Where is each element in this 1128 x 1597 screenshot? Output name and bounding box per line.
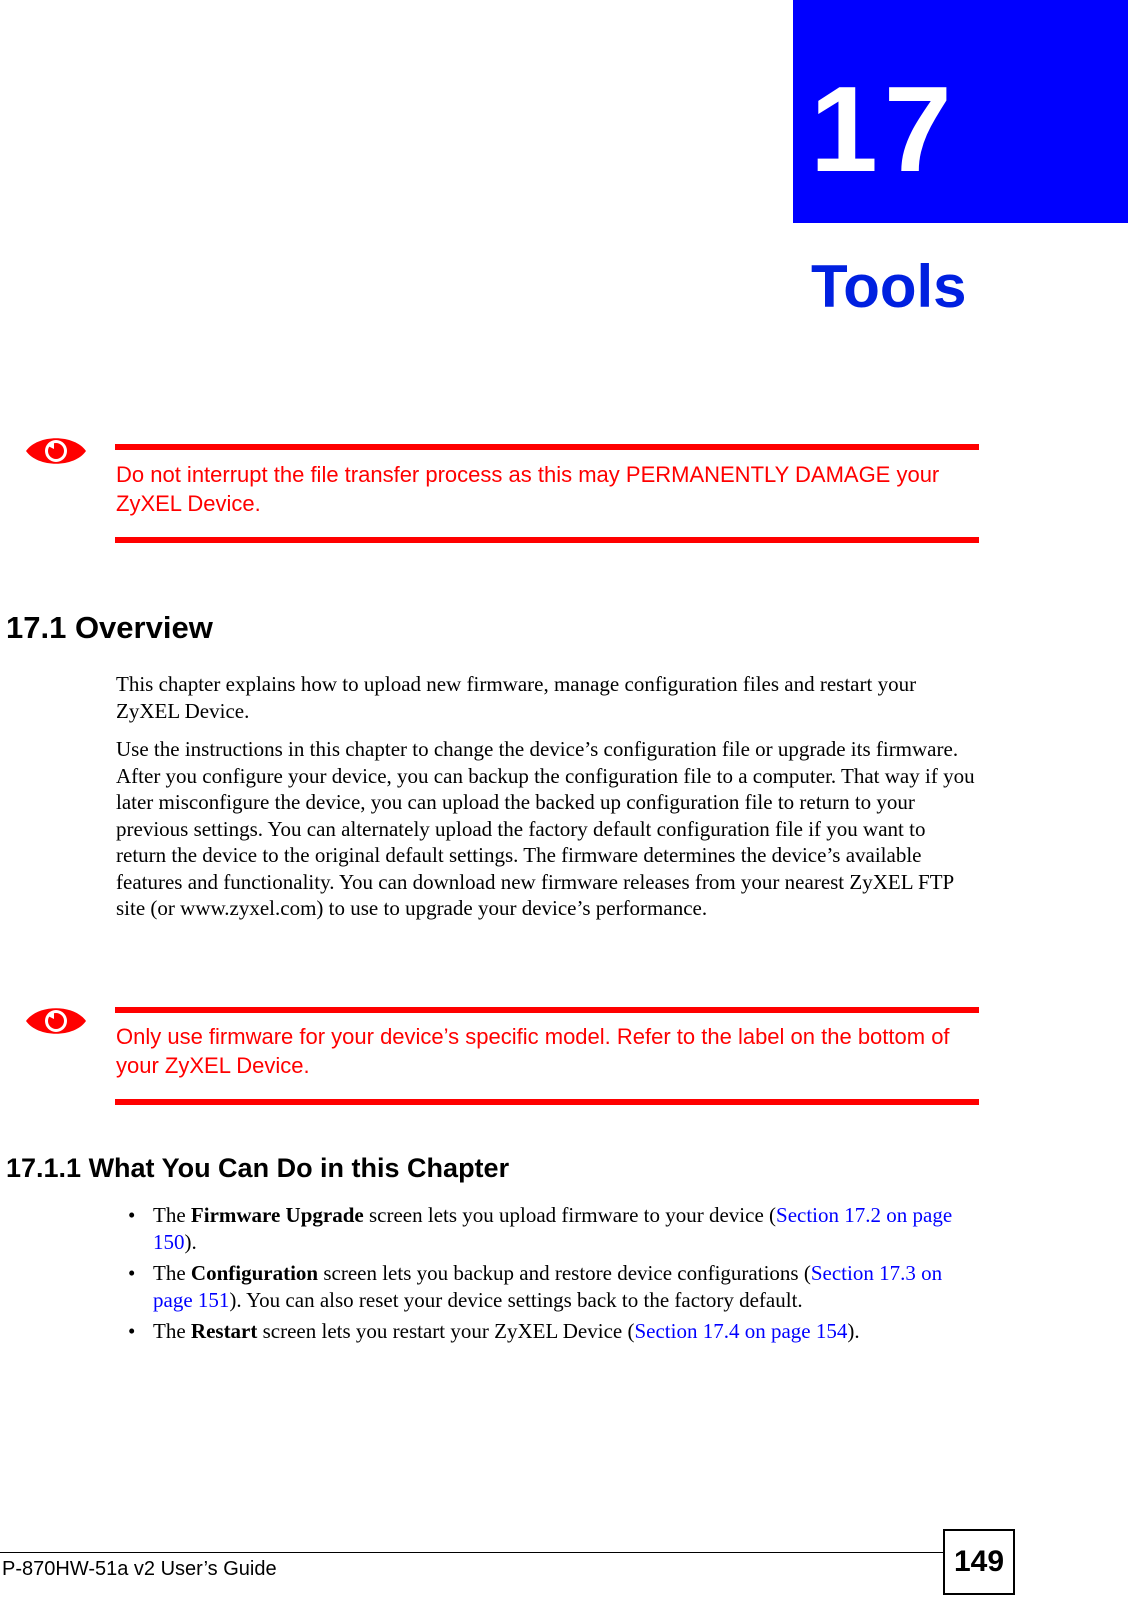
warning-bottom-rule [115, 1099, 979, 1105]
bullet-text: screen lets you upload firmware to your … [363, 1203, 777, 1227]
section-link[interactable]: Section 17.4 on page 154 [634, 1319, 847, 1343]
bullet-text: The [153, 1319, 191, 1343]
screen-name: Configuration [190, 1261, 319, 1285]
screen-name: Restart [190, 1319, 258, 1343]
warning-eye-icon [26, 438, 86, 464]
bullet-icon: • [128, 1319, 136, 1343]
overview-paragraph-1: This chapter explains how to upload new … [116, 672, 917, 723]
chapter-title: Tools [811, 253, 967, 320]
bullet-icon: • [128, 1203, 136, 1227]
overview-paragraph-2: Use the instructions in this chapter to … [116, 737, 975, 920]
screen-name: Firmware Upgrade [190, 1203, 364, 1227]
section-heading: 17.1 Overview [6, 610, 213, 645]
subsection-heading: 17.1.1 What You Can Do in this Chapter [6, 1153, 510, 1183]
warning-eye-icon [26, 1008, 86, 1034]
bullet-text: screen lets you restart your ZyXEL Devic… [257, 1319, 635, 1343]
bullet-text: The [153, 1203, 191, 1227]
bullet-text: ). [847, 1319, 860, 1343]
warning-top-rule [115, 1007, 979, 1013]
bullet-icon: • [128, 1261, 136, 1285]
list-item: • The Configuration screen lets you back… [116, 1260, 976, 1314]
bullet-text: ). You can also reset your device settin… [229, 1288, 803, 1312]
footer-rule [0, 1552, 945, 1553]
bullet-text: The [153, 1261, 191, 1285]
warning-text: Only use firmware for your device’s spec… [116, 1024, 950, 1078]
warning-text: Do not interrupt the file transfer proce… [116, 462, 940, 516]
bullet-text: screen lets you backup and restore devic… [318, 1261, 811, 1285]
chapter-number: 17 [810, 61, 958, 197]
bullet-text: ). [184, 1230, 197, 1254]
list-item: • The Restart screen lets you restart yo… [116, 1318, 976, 1345]
page-number: 149 [943, 1529, 1015, 1595]
list-item: • The Firmware Upgrade screen lets you u… [116, 1202, 976, 1256]
footer-guide-title: P-870HW-51a v2 User’s Guide [2, 1558, 277, 1580]
chapter-contents-list: • The Firmware Upgrade screen lets you u… [116, 1202, 976, 1349]
warning-top-rule [115, 444, 979, 450]
warning-bottom-rule [115, 537, 979, 543]
